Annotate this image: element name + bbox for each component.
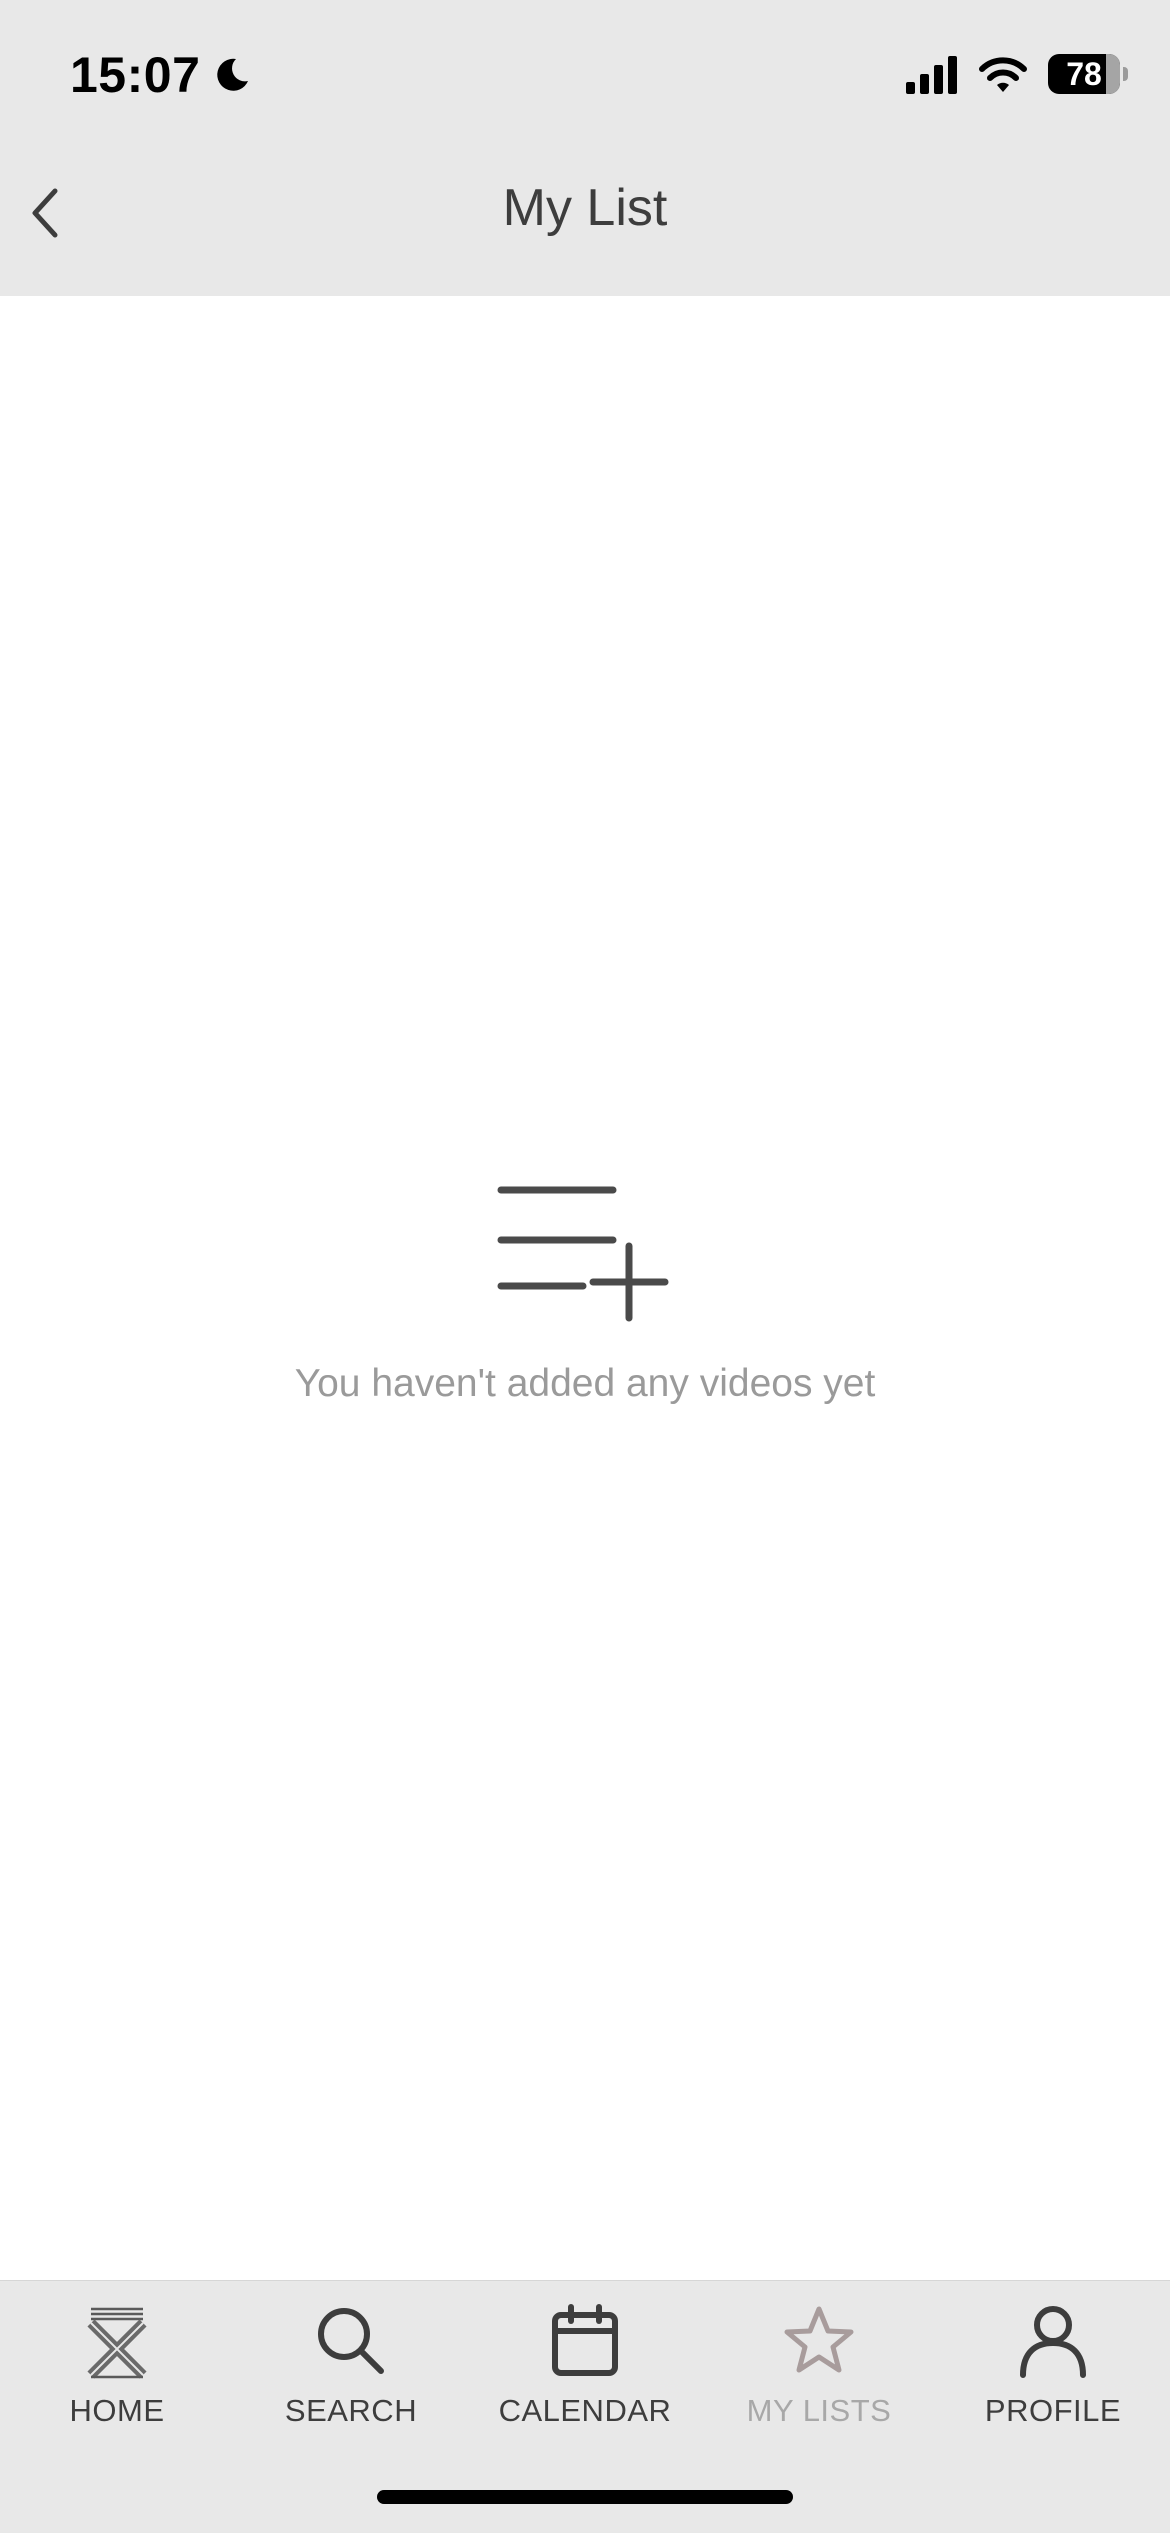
- tab-label-profile: PROFILE: [984, 2393, 1122, 2428]
- battery-empty-portion: [1106, 54, 1120, 94]
- calendar-icon: [552, 2304, 618, 2376]
- status-time-group: 15:07: [70, 40, 252, 110]
- empty-state: You haven't added any videos yet: [0, 1180, 1170, 1406]
- status-time: 15:07: [70, 47, 201, 103]
- wifi-icon: [979, 57, 1027, 92]
- home-x-logo-icon: [87, 2307, 147, 2379]
- battery-tip: [1123, 67, 1128, 81]
- person-icon: [1020, 2306, 1086, 2378]
- battery-level: 78: [1066, 55, 1102, 92]
- status-indicators: 78: [904, 48, 1128, 100]
- empty-state-message: You haven't added any videos yet: [294, 1362, 876, 1405]
- home-indicator: [377, 2490, 793, 2504]
- tab-search[interactable]: SEARCH: [234, 2301, 468, 2451]
- tab-home[interactable]: HOME: [0, 2301, 234, 2451]
- page-title: My List: [502, 179, 668, 237]
- tab-my-lists[interactable]: MY LISTS: [702, 2301, 936, 2451]
- playlist-add-icon: [497, 1186, 669, 1322]
- moon-icon: [217, 58, 249, 91]
- tab-calendar[interactable]: CALENDAR: [468, 2301, 702, 2451]
- battery-icon: 78: [1048, 54, 1128, 94]
- tab-label-my-lists: MY LISTS: [746, 2393, 892, 2428]
- status-bar: 15:07 78: [0, 0, 1170, 150]
- tab-label-home: HOME: [69, 2393, 165, 2428]
- star-icon: [784, 2306, 854, 2373]
- cellular-signal-icon: [906, 56, 957, 94]
- tab-label-calendar: CALENDAR: [498, 2393, 672, 2428]
- nav-header: My List: [0, 150, 1170, 296]
- tab-profile[interactable]: PROFILE: [936, 2301, 1170, 2451]
- search-icon: [318, 2308, 384, 2374]
- tab-label-search: SEARCH: [284, 2393, 418, 2428]
